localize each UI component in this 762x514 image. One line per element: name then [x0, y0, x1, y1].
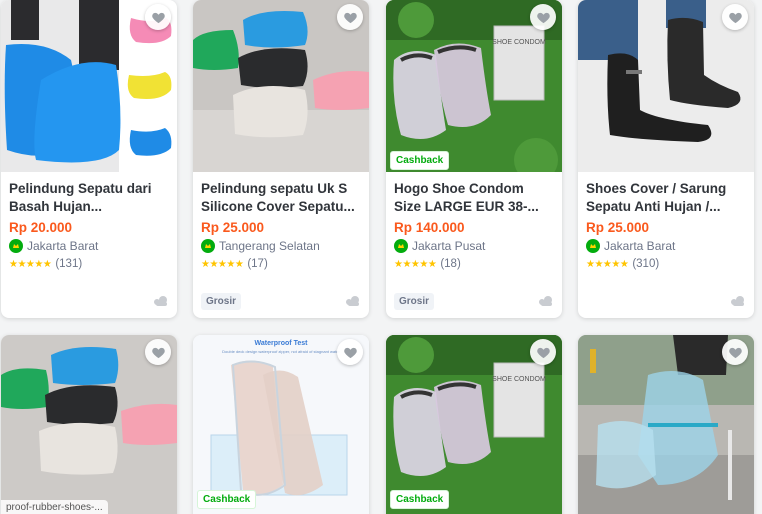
product-price: Rp 25.000 — [201, 220, 265, 235]
more-icon[interactable] — [538, 295, 554, 307]
product-price: Rp 25.000 — [586, 220, 650, 235]
product-image[interactable]: proof-rubber-shoes-... — [1, 335, 177, 514]
more-icon[interactable] — [345, 295, 361, 307]
rating-count: (310) — [632, 258, 660, 270]
image-url-overlay: proof-rubber-shoes-... — [1, 500, 108, 514]
product-title[interactable]: Pelindung Sepatu dari Basah Hujan... — [9, 180, 169, 216]
more-icon[interactable] — [730, 295, 746, 307]
product-image[interactable]: SHOE CONDOM Cashback — [386, 335, 562, 514]
product-card[interactable]: Shoes Cover / Sarung Sepatu Anti Hujan /… — [578, 0, 754, 318]
rating-count: (131) — [55, 258, 83, 270]
star-rating: ★★★★★ — [586, 258, 629, 270]
wishlist-button[interactable] — [145, 4, 171, 30]
product-price: Rp 140.000 — [394, 220, 465, 235]
product-card[interactable] — [578, 335, 754, 514]
product-title[interactable]: Shoes Cover / Sarung Sepatu Anti Hujan /… — [586, 180, 746, 216]
box-label: SHOE CONDOM — [492, 39, 546, 46]
product-image[interactable]: Waterproof Test Double deck design water… — [193, 335, 369, 514]
official-store-badge-icon — [394, 239, 408, 253]
heart-icon — [728, 12, 742, 23]
product-title[interactable]: Hogo Shoe Condom Size LARGE EUR 38-... — [394, 180, 554, 216]
product-price: Rp 20.000 — [9, 220, 73, 235]
cashback-badge: Cashback — [390, 151, 450, 170]
star-rating: ★★★★★ — [9, 258, 52, 270]
wishlist-button[interactable] — [145, 339, 171, 365]
wishlist-button[interactable] — [530, 339, 556, 365]
product-image[interactable] — [1, 0, 177, 172]
image-caption: Waterproof Test — [255, 340, 309, 347]
official-store-badge-icon — [9, 239, 23, 253]
wishlist-button[interactable] — [337, 4, 363, 30]
shop-location: Jakarta Barat — [27, 239, 99, 253]
grosir-badge: Grosir — [394, 292, 435, 310]
product-card[interactable]: proof-rubber-shoes-... — [1, 335, 177, 514]
grosir-badge: Grosir — [201, 292, 242, 310]
heart-icon — [536, 12, 550, 23]
heart-icon — [151, 347, 165, 358]
product-image[interactable]: SHOE CONDOM Cashback — [386, 0, 562, 172]
shop-location: Tangerang Selatan — [219, 239, 320, 253]
rating-count: (17) — [247, 258, 268, 270]
product-image[interactable] — [578, 0, 754, 172]
heart-icon — [536, 347, 550, 358]
wishlist-button[interactable] — [722, 339, 748, 365]
wishlist-button[interactable] — [337, 339, 363, 365]
image-subcaption: Double deck design waterproof zipper, no… — [222, 349, 340, 354]
shop-location: Jakarta Barat — [604, 239, 676, 253]
product-card[interactable]: Waterproof Test Double deck design water… — [193, 335, 369, 514]
heart-icon — [151, 12, 165, 23]
rating-count: (18) — [440, 258, 461, 270]
product-image[interactable] — [578, 335, 754, 514]
more-icon[interactable] — [153, 295, 169, 307]
heart-icon — [343, 12, 357, 23]
wishlist-button[interactable] — [722, 4, 748, 30]
heart-icon — [728, 347, 742, 358]
box-label: SHOE CONDOM — [492, 376, 546, 383]
shop-location: Jakarta Pusat — [412, 239, 486, 253]
product-card[interactable]: Pelindung sepatu Uk S Silicone Cover Sep… — [193, 0, 369, 318]
product-image[interactable] — [193, 0, 369, 172]
cashback-badge: Cashback — [197, 490, 257, 509]
official-store-badge-icon — [201, 239, 215, 253]
product-grid: Pelindung Sepatu dari Basah Hujan... Rp … — [0, 0, 762, 514]
product-card[interactable]: Pelindung Sepatu dari Basah Hujan... Rp … — [1, 0, 177, 318]
heart-icon — [343, 347, 357, 358]
product-title[interactable]: Pelindung sepatu Uk S Silicone Cover Sep… — [201, 180, 361, 216]
star-rating: ★★★★★ — [394, 258, 437, 270]
product-card[interactable]: SHOE CONDOM Cashback Hogo Shoe Condom Si… — [386, 0, 562, 318]
wishlist-button[interactable] — [530, 4, 556, 30]
cashback-badge: Cashback — [390, 490, 450, 509]
star-rating: ★★★★★ — [201, 258, 244, 270]
official-store-badge-icon — [586, 239, 600, 253]
product-card[interactable]: SHOE CONDOM Cashback — [386, 335, 562, 514]
